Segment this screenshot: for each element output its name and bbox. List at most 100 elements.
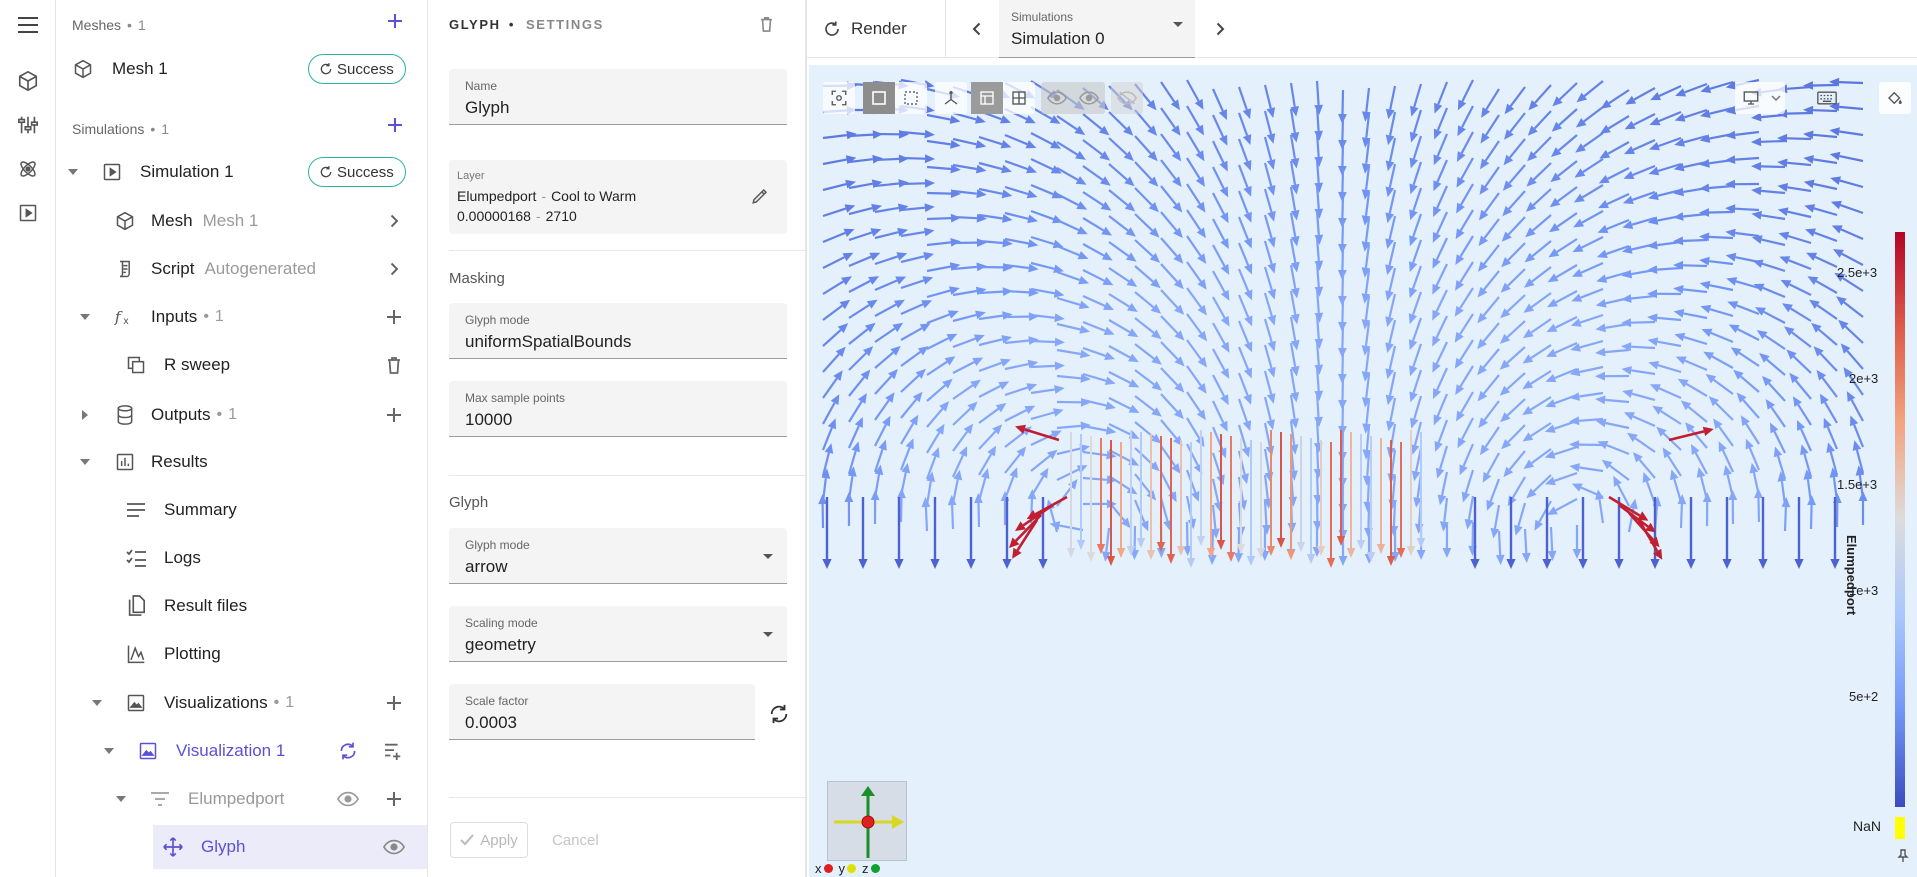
chevron-down-icon[interactable] xyxy=(113,791,129,807)
add-filter-button[interactable] xyxy=(380,785,408,813)
tree-item-simulation-1[interactable]: Simulation 1 Success xyxy=(57,150,427,194)
tree-item-outputs[interactable]: Outputs • 1 xyxy=(57,393,427,437)
prev-simulation-button[interactable] xyxy=(964,17,988,41)
show-icon[interactable] xyxy=(1073,82,1105,114)
chevron-down-icon xyxy=(1173,22,1183,28)
grid-icon[interactable] xyxy=(1003,82,1035,114)
keyboard-icon[interactable] xyxy=(1811,82,1843,114)
refresh-icon xyxy=(320,63,332,75)
add-visualization-button[interactable] xyxy=(380,689,408,717)
layer-range: 0.00000168-2710 xyxy=(457,208,577,224)
scale-factor-field[interactable]: Scale factor 0.0003 xyxy=(449,684,755,740)
plot-icon xyxy=(124,642,148,666)
tree-item-glyph[interactable]: Glyph xyxy=(153,825,427,869)
chevron-down-icon[interactable] xyxy=(65,164,81,180)
chevron-down-icon[interactable] xyxy=(89,695,105,711)
delete-icon[interactable] xyxy=(760,16,773,32)
divider xyxy=(449,250,806,251)
apply-button[interactable]: Apply xyxy=(450,822,528,858)
max-sample-points-field[interactable]: Max sample points 10000 xyxy=(449,381,787,437)
tree-item-results[interactable]: Results xyxy=(57,440,427,484)
name-field-value: Glyph xyxy=(465,98,510,117)
scaling-mode-select[interactable]: Scaling mode geometry xyxy=(449,606,787,662)
render-label: Render xyxy=(851,19,907,38)
mesh-1-status-badge[interactable]: Success xyxy=(308,54,406,84)
axis-z-label: z xyxy=(862,861,869,876)
eye-icon[interactable] xyxy=(334,785,362,813)
chevron-down-icon[interactable] xyxy=(101,743,117,759)
masking-glyph-mode-field[interactable]: Glyph mode uniformSpatialBounds xyxy=(449,303,787,359)
next-simulation-button[interactable] xyxy=(1208,17,1232,41)
tree-item-summary[interactable]: Summary xyxy=(57,488,427,532)
add-mesh-button[interactable] xyxy=(383,9,407,33)
paint-bucket-icon[interactable] xyxy=(1879,82,1911,114)
tree-item-r-sweep[interactable]: R sweep xyxy=(57,343,427,387)
glyph-mode-select[interactable]: Glyph mode arrow xyxy=(449,528,787,584)
select-box-icon[interactable] xyxy=(863,82,895,114)
menu-icon[interactable] xyxy=(16,13,40,37)
orientation-axes[interactable] xyxy=(827,781,907,861)
tree-item-visualizations[interactable]: Visualizations • 1 xyxy=(57,681,427,725)
add-filter-icon[interactable] xyxy=(380,737,408,765)
glyph-field xyxy=(818,77,1868,569)
reset-camera-icon[interactable] xyxy=(823,82,855,114)
eye-icon[interactable] xyxy=(380,833,408,861)
axis-x-label: x xyxy=(815,861,822,876)
axes-icon[interactable] xyxy=(935,82,967,114)
bar-chart-icon xyxy=(113,450,137,474)
tree-item-result-files[interactable]: Result files xyxy=(57,584,427,628)
screenshot-icon[interactable] xyxy=(1735,82,1767,114)
tree-item-script[interactable]: Script Autogenerated xyxy=(57,247,427,291)
mesh-cube-icon[interactable] xyxy=(16,69,40,93)
add-output-button[interactable] xyxy=(380,401,408,429)
add-input-button[interactable] xyxy=(380,303,408,331)
glyph-settings-panel: GLYPH • SETTINGS Name Glyph Layer Elumpe… xyxy=(427,0,806,877)
chevron-down-icon[interactable] xyxy=(77,454,93,470)
3d-viewport[interactable]: 2.5e+3 2e+3 1.5e+3 1e+3 5e+2 NaN Elumped… xyxy=(809,65,1917,877)
refresh-icon xyxy=(825,21,839,36)
masking-glyph-mode-label: Glyph mode xyxy=(465,313,530,327)
render-button[interactable]: Render xyxy=(823,12,907,46)
delete-icon[interactable] xyxy=(380,351,408,379)
chevron-down-icon[interactable] xyxy=(1767,82,1785,114)
select-dashed-icon[interactable] xyxy=(895,82,927,114)
name-field[interactable]: Name Glyph xyxy=(449,69,787,125)
script-value: Autogenerated xyxy=(204,259,317,278)
layer-selector[interactable]: Layer Elumpedport - Cool to Warm 0.0000016… xyxy=(449,160,787,234)
hide-icon[interactable] xyxy=(1041,82,1073,114)
simulation-select[interactable]: Simulations Simulation 0 xyxy=(999,0,1195,58)
tree-item-elumpedport[interactable]: Elumpedport xyxy=(57,777,427,821)
chevron-right-icon[interactable] xyxy=(380,207,408,235)
simulation-1-status: Success xyxy=(337,163,394,181)
atom-icon[interactable] xyxy=(16,157,40,181)
tree-item-sim-mesh[interactable]: Mesh Mesh 1 xyxy=(57,199,427,243)
tree-item-visualization-1[interactable]: Visualization 1 xyxy=(57,729,427,773)
chevron-right-icon[interactable] xyxy=(380,255,408,283)
tree-item-plotting[interactable]: Plotting xyxy=(57,632,427,676)
simulation-1-status-badge[interactable]: Success xyxy=(308,157,406,187)
tree-item-inputs[interactable]: fx Inputs • 1 xyxy=(57,295,427,339)
pin-icon[interactable] xyxy=(1897,849,1909,863)
simulations-count: 1 xyxy=(161,121,170,137)
tree-item-mesh-1[interactable]: Mesh 1 Success xyxy=(57,47,427,91)
checklist-icon xyxy=(124,546,148,570)
tree-item-logs[interactable]: Logs xyxy=(57,536,427,580)
scaling-mode-value: geometry xyxy=(465,635,536,654)
inputs-count: 1 xyxy=(214,308,224,325)
chevron-right-icon[interactable] xyxy=(77,407,93,423)
edit-pencil-icon[interactable] xyxy=(751,187,769,205)
chevron-down-icon[interactable] xyxy=(77,309,93,325)
settings-title: GLYPH • SETTINGS xyxy=(449,17,604,32)
reset-scale-icon[interactable] xyxy=(768,703,790,725)
add-simulation-button[interactable] xyxy=(383,113,407,137)
cancel-button[interactable]: Cancel xyxy=(544,822,607,858)
view-mode-icon[interactable] xyxy=(971,82,1003,114)
layer-field: Elumpedport xyxy=(457,188,537,204)
sync-icon[interactable] xyxy=(334,737,362,765)
tune-sliders-icon[interactable] xyxy=(16,113,40,137)
viewport-toolbar-select xyxy=(863,82,927,114)
simulation-1-label: Simulation 1 xyxy=(140,162,234,181)
play-box-icon[interactable] xyxy=(16,201,40,225)
hide-all-icon[interactable] xyxy=(1111,82,1143,114)
layer-label: Layer xyxy=(457,170,485,182)
